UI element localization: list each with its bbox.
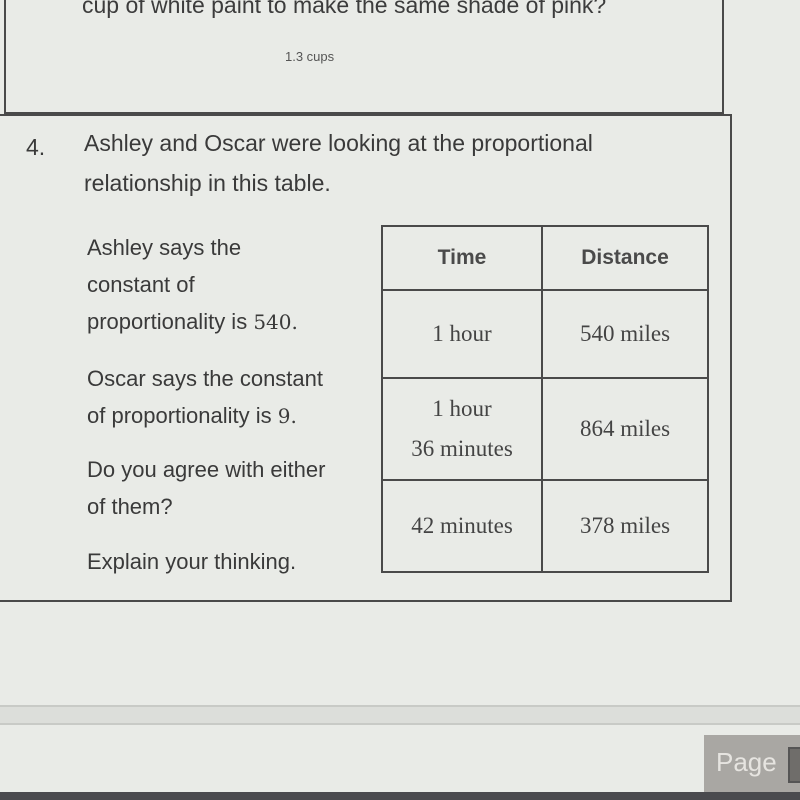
ashley-line2: constant of	[87, 272, 195, 297]
ask-statement: Do you agree with either of them?	[87, 451, 325, 525]
explain-statement: Explain your thinking.	[87, 549, 297, 574]
page-button[interactable]: Page	[704, 735, 800, 792]
table-row: 1 hour 36 minutes 864 miles	[381, 377, 709, 481]
oscar-line2: of proportionality is	[87, 403, 272, 428]
ashley-statement: Ashley says the constant of proportional…	[87, 229, 298, 341]
time-line2: 36 minutes	[411, 436, 513, 461]
bottom-bar	[0, 792, 800, 800]
ask-line2: of them?	[87, 494, 173, 519]
time-line1: 1 hour	[432, 396, 492, 421]
ashley-value: 540.	[253, 310, 298, 334]
distance-cell: 378 miles	[541, 479, 709, 573]
oscar-value: 9.	[277, 404, 297, 428]
table-header-row: Time Distance	[381, 225, 709, 291]
time-cell: 1 hour 36 minutes	[381, 377, 543, 481]
oscar-statement: Oscar says the constant of proportionali…	[87, 360, 323, 435]
ashley-line3: proportionality is	[87, 309, 248, 334]
time-cell: 42 minutes	[381, 479, 543, 573]
viewer-divider	[0, 705, 800, 725]
time-distance-table: Time Distance 1 hour 540 miles 1 hour 36…	[381, 225, 709, 573]
header-time: Time	[381, 225, 543, 291]
question-number: 4.	[26, 134, 46, 160]
question-prompt-line1: Ashley and Oscar were looking at the pro…	[84, 130, 593, 156]
table-row: 1 hour 540 miles	[381, 289, 709, 379]
header-distance: Distance	[541, 225, 709, 291]
ashley-line1: Ashley says the	[87, 235, 242, 260]
oscar-line1: Oscar says the constant	[87, 366, 323, 391]
page-button-label: Page	[716, 747, 777, 777]
time-cell: 1 hour	[381, 289, 543, 379]
distance-cell: 540 miles	[541, 289, 709, 379]
question-prompt-line2: relationship in this table.	[84, 170, 331, 196]
ask-line1: Do you agree with either	[87, 457, 326, 482]
distance-cell: 864 miles	[541, 377, 709, 481]
table-row: 42 minutes 378 miles	[381, 479, 709, 573]
previous-question-text: cup of white paint to make the same shad…	[82, 0, 607, 18]
page-number-input[interactable]	[788, 747, 800, 783]
previous-answer: 1.3 cups	[285, 49, 335, 64]
